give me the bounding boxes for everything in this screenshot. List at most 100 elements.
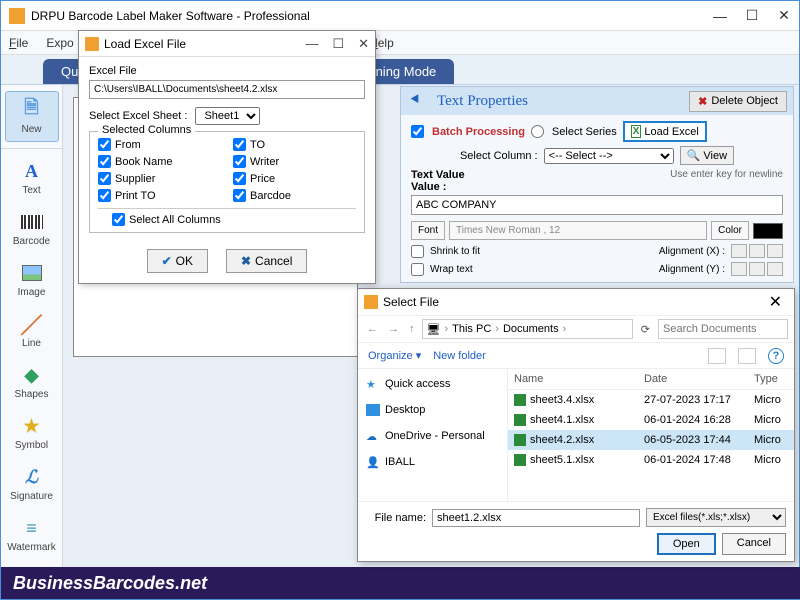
tool-symbol-label: Symbol bbox=[5, 440, 59, 451]
organize-button[interactable]: Organize ▾ bbox=[368, 349, 421, 362]
load-excel-button[interactable]: XLoad Excel bbox=[623, 121, 707, 142]
text-properties-panel: ⯇ Text Properties ✖Delete Object Batch P… bbox=[400, 86, 794, 283]
header-date[interactable]: Date bbox=[638, 369, 748, 389]
font-button[interactable]: Font bbox=[411, 221, 445, 240]
nav-up[interactable]: ↑ bbox=[406, 323, 418, 335]
filetype-dropdown[interactable]: Excel files(*.xls;*.xlsx) bbox=[646, 508, 786, 527]
tool-symbol[interactable]: ★ Symbol bbox=[5, 408, 59, 457]
search-input[interactable] bbox=[658, 319, 788, 339]
tree-quick-access[interactable]: ★Quick access bbox=[362, 375, 503, 393]
tool-barcode[interactable]: Barcode bbox=[5, 204, 59, 253]
xlsx-icon bbox=[514, 434, 526, 446]
tool-signature[interactable]: ℒSignature bbox=[5, 459, 59, 508]
dialog-maximize[interactable]: ☐ bbox=[332, 36, 344, 52]
tree-onedrive[interactable]: ☁OneDrive - Personal bbox=[362, 427, 503, 445]
file-row[interactable]: sheet3.4.xlsx27-07-2023 17:17Micro bbox=[508, 390, 794, 410]
align-x-buttons[interactable] bbox=[731, 244, 783, 258]
tool-new[interactable]: 🗎 New bbox=[5, 91, 59, 142]
tool-shapes-label: Shapes bbox=[5, 389, 59, 400]
close-button[interactable]: ✕ bbox=[777, 9, 791, 23]
dialog-minimize[interactable]: — bbox=[305, 36, 318, 52]
excel-path-input[interactable] bbox=[89, 80, 365, 99]
check-icon: ✔ bbox=[162, 254, 172, 268]
back-button[interactable]: ⯇ bbox=[401, 92, 429, 110]
dialog-close[interactable]: ✕ bbox=[358, 36, 369, 52]
crumb-this-pc[interactable]: This PC bbox=[452, 323, 491, 335]
delete-icon: ✖ bbox=[698, 95, 707, 108]
value-hint: Use enter key for newline bbox=[670, 169, 783, 193]
view-mode-button[interactable] bbox=[708, 348, 726, 364]
col-from[interactable]: From bbox=[98, 138, 221, 151]
tree-desktop[interactable]: Desktop bbox=[362, 401, 503, 419]
help-button[interactable]: ? bbox=[768, 348, 784, 364]
ok-button[interactable]: ✔OK bbox=[147, 249, 208, 273]
crumb-documents[interactable]: Documents bbox=[503, 323, 559, 335]
col-to[interactable]: TO bbox=[233, 138, 356, 151]
open-button[interactable]: Open bbox=[657, 533, 716, 555]
menu-file[interactable]: File bbox=[9, 36, 28, 50]
tool-line-label: Line bbox=[5, 338, 59, 349]
desktop-icon bbox=[366, 404, 380, 416]
select-sheet-label: Select Excel Sheet : bbox=[89, 110, 187, 122]
file-dialog-icon bbox=[364, 295, 378, 309]
preview-pane-button[interactable] bbox=[738, 348, 756, 364]
text-value-input[interactable] bbox=[411, 195, 783, 215]
menu-export[interactable]: Expo bbox=[46, 36, 73, 50]
tool-text[interactable]: AText bbox=[5, 153, 59, 202]
shapes-icon: ◆ bbox=[20, 363, 44, 387]
file-tree: ★Quick access Desktop ☁OneDrive - Person… bbox=[358, 369, 508, 501]
nav-forward[interactable]: → bbox=[385, 323, 402, 335]
select-series-radio[interactable] bbox=[531, 125, 544, 138]
symbol-icon: ★ bbox=[20, 414, 44, 438]
select-all-columns[interactable]: Select All Columns bbox=[112, 213, 356, 226]
tool-watermark[interactable]: ≡Watermark bbox=[5, 510, 59, 559]
wrap-checkbox[interactable] bbox=[411, 263, 424, 276]
col-writer[interactable]: Writer bbox=[233, 155, 356, 168]
col-barcode[interactable]: Barcdoe bbox=[233, 189, 356, 202]
tool-new-label: New bbox=[6, 124, 58, 135]
footer-brand: BusinessBarcodes.net bbox=[1, 567, 800, 599]
sheet-dropdown[interactable]: Sheet1 bbox=[195, 107, 260, 125]
select-column-dropdown[interactable]: <-- Select --> bbox=[544, 148, 674, 164]
window-title: DRPU Barcode Label Maker Software - Prof… bbox=[31, 9, 713, 23]
align-x-label: Alignment (X) : bbox=[659, 246, 725, 257]
delete-object-button[interactable]: ✖Delete Object bbox=[689, 91, 787, 112]
excel-file-label: Excel File bbox=[89, 65, 365, 77]
filename-input[interactable] bbox=[432, 509, 640, 527]
header-name[interactable]: Name bbox=[508, 369, 638, 389]
file-row[interactable]: sheet4.1.xlsx06-01-2024 16:28Micro bbox=[508, 410, 794, 430]
color-swatch[interactable] bbox=[753, 223, 783, 239]
shrink-checkbox[interactable] bbox=[411, 245, 424, 258]
refresh-button[interactable]: ⟳ bbox=[637, 323, 654, 336]
filename-label: File name: bbox=[366, 512, 426, 524]
col-print-to[interactable]: Print TO bbox=[98, 189, 221, 202]
file-cancel-button[interactable]: Cancel bbox=[722, 533, 786, 555]
tool-image[interactable]: Image bbox=[5, 255, 59, 304]
file-dialog-close[interactable]: ✕ bbox=[763, 292, 788, 312]
breadcrumb[interactable]: 🖥 › This PC › Documents › bbox=[422, 319, 633, 339]
new-folder-button[interactable]: New folder bbox=[433, 350, 486, 362]
align-y-buttons[interactable] bbox=[731, 262, 783, 276]
tree-user[interactable]: 👤IBALL bbox=[362, 453, 503, 471]
file-row[interactable]: sheet5.1.xlsx06-01-2024 17:48Micro bbox=[508, 450, 794, 470]
app-icon bbox=[9, 8, 25, 24]
col-book-name[interactable]: Book Name bbox=[98, 155, 221, 168]
batch-checkbox[interactable] bbox=[411, 125, 424, 138]
xlsx-icon bbox=[514, 394, 526, 406]
cancel-button[interactable]: ✖Cancel bbox=[226, 249, 307, 273]
value-label: Value : bbox=[411, 181, 446, 193]
xlsx-icon bbox=[514, 414, 526, 426]
load-excel-dialog: Load Excel File — ☐ ✕ Excel File Select … bbox=[78, 30, 376, 284]
tool-line[interactable]: ／Line bbox=[5, 306, 59, 355]
minimize-button[interactable]: — bbox=[713, 9, 727, 23]
tool-shapes[interactable]: ◆ Shapes bbox=[5, 357, 59, 406]
columns-legend: Selected Columns bbox=[98, 124, 195, 136]
tool-text-label: Text bbox=[5, 185, 59, 196]
view-button[interactable]: 🔍 View bbox=[680, 146, 734, 165]
maximize-button[interactable]: ☐ bbox=[745, 9, 759, 23]
col-price[interactable]: Price bbox=[233, 172, 356, 185]
header-type[interactable]: Type bbox=[748, 369, 794, 389]
file-row[interactable]: sheet4.2.xlsx06-05-2023 17:44Micro bbox=[508, 430, 794, 450]
nav-back[interactable]: ← bbox=[364, 323, 381, 335]
col-supplier[interactable]: Supplier bbox=[98, 172, 221, 185]
